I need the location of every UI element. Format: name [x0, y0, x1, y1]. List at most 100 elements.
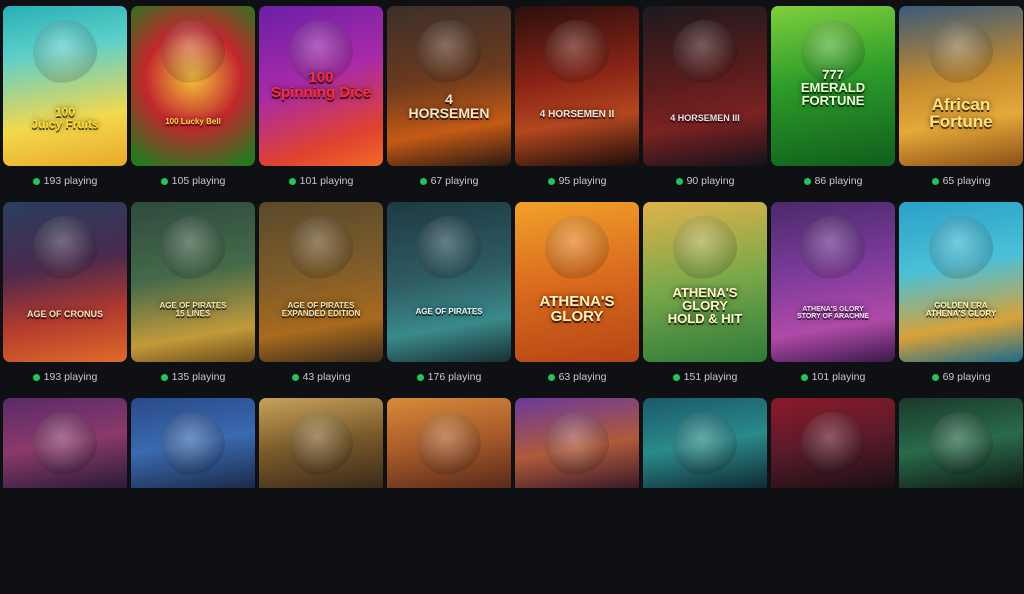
game-card: 100 Lucky Bell 105 playing — [131, 6, 255, 202]
game-tile[interactable]: African Fortune — [899, 6, 1023, 166]
game-tile[interactable]: ATHENA'S GLORY HOLD & HIT — [643, 202, 767, 362]
titan-icon — [161, 412, 225, 476]
players-label: 63 playing — [558, 371, 607, 383]
players-count: 193 playing — [3, 362, 127, 392]
players-label: 105 playing — [171, 175, 226, 187]
game-title: 100 Juicy Fruits — [31, 105, 99, 131]
game-tile[interactable] — [3, 398, 127, 488]
game-card: AGE OF CRONUS 193 playing — [3, 202, 127, 398]
online-status-icon — [160, 373, 168, 381]
players-label: 151 playing — [683, 371, 738, 383]
game-card: 4 HORSEMEN 67 playing — [387, 6, 511, 202]
players-label: 176 playing — [427, 371, 482, 383]
game-tile[interactable]: 777 EMERALD FORTUNE — [771, 6, 895, 166]
game-title: ATHENA'S GLORY HOLD & HIT — [667, 285, 743, 326]
fruit-icon — [33, 20, 97, 84]
game-tile[interactable] — [515, 398, 639, 488]
game-card — [259, 398, 383, 488]
game-card: ATHENA'S GLORY 63 playing — [515, 202, 639, 398]
game-tile[interactable] — [643, 398, 767, 488]
spider-icon — [801, 216, 865, 280]
pirate-icon — [417, 216, 481, 280]
game-tile[interactable]: AGE OF PIRATES EXPANDED EDITION — [259, 202, 383, 362]
players-count: 193 playing — [3, 166, 127, 196]
online-status-icon — [291, 373, 299, 381]
game-card — [3, 398, 127, 488]
helmet-icon — [929, 216, 993, 280]
game-card: GOLDEN ERA ATHENA'S GLORY 69 playing — [899, 202, 1023, 398]
game-tile[interactable] — [771, 398, 895, 488]
game-tile[interactable]: 100 Juicy Fruits — [3, 6, 127, 166]
bell-icon — [161, 20, 225, 84]
online-status-icon — [160, 177, 168, 185]
players-label: 67 playing — [430, 175, 479, 187]
players-count: 101 playing — [771, 362, 895, 392]
game-tile[interactable]: ATHENA'S GLORY STORY OF ARACHNE — [771, 202, 895, 362]
game-card: African Fortune 65 playing — [899, 6, 1023, 202]
online-status-icon — [288, 177, 296, 185]
game-tile[interactable] — [387, 398, 511, 488]
game-card: 4 HORSEMEN III 90 playing — [643, 6, 767, 202]
game-title: 100 Lucky Bell — [165, 117, 221, 126]
game-tile[interactable]: 100 Lucky Bell — [131, 6, 255, 166]
online-status-icon — [931, 177, 939, 185]
players-label: 69 playing — [942, 371, 991, 383]
players-label: 193 playing — [43, 175, 98, 187]
game-card: ATHENA'S GLORY STORY OF ARACHNE 101 playi… — [771, 202, 895, 398]
players-label: 101 playing — [299, 175, 354, 187]
game-tile[interactable]: AGE OF PIRATES 15 LINES — [131, 202, 255, 362]
online-status-icon — [32, 177, 40, 185]
online-status-icon — [416, 373, 424, 381]
game-tile[interactable]: AGE OF PIRATES — [387, 202, 511, 362]
players-count: 101 playing — [259, 166, 383, 196]
skull-icon — [673, 412, 737, 476]
helmet-icon — [673, 216, 737, 280]
players-count: 95 playing — [515, 166, 639, 196]
game-card — [131, 398, 255, 488]
game-tile[interactable] — [899, 398, 1023, 488]
medusa-icon — [33, 412, 97, 476]
game-card — [387, 398, 511, 488]
game-tile[interactable] — [131, 398, 255, 488]
game-title: ATHENA'S GLORY — [539, 293, 615, 325]
pirate-icon — [161, 216, 225, 280]
game-title: AGE OF PIRATES — [415, 307, 483, 316]
game-card — [899, 398, 1023, 488]
game-tile[interactable]: ATHENA'S GLORY — [515, 202, 639, 362]
game-title: GOLDEN ERA ATHENA'S GLORY — [925, 301, 997, 318]
game-tile[interactable]: 100 Spinning Dice — [259, 6, 383, 166]
game-card: 100 Juicy Fruits 193 playing — [3, 6, 127, 202]
online-status-icon — [547, 373, 555, 381]
players-label: 86 playing — [814, 175, 863, 187]
game-title: 4 HORSEMEN — [408, 91, 490, 121]
skull-icon — [929, 412, 993, 476]
game-title: African Fortune — [929, 95, 993, 131]
pirate-icon — [289, 216, 353, 280]
game-card: 777 EMERALD FORTUNE 86 playing — [771, 6, 895, 202]
players-label: 65 playing — [942, 175, 991, 187]
horse-icon — [545, 20, 609, 84]
game-tile[interactable]: 4 HORSEMEN III — [643, 6, 767, 166]
horse-icon — [673, 20, 737, 84]
aztec-icon — [289, 412, 353, 476]
helmet-icon — [545, 216, 609, 280]
game-tile[interactable]: 4 HORSEMEN — [387, 6, 511, 166]
skull-icon — [801, 412, 865, 476]
players-count: 151 playing — [643, 362, 767, 392]
game-card: ATHENA'S GLORY HOLD & HIT 151 playing — [643, 202, 767, 398]
players-label: 90 playing — [686, 175, 735, 187]
game-title: 777 EMERALD FORTUNE — [800, 67, 866, 108]
game-tile[interactable]: GOLDEN ERA ATHENA'S GLORY — [899, 202, 1023, 362]
game-tile[interactable]: 4 HORSEMEN II — [515, 6, 639, 166]
game-tile[interactable] — [259, 398, 383, 488]
game-title: 100 Spinning Dice — [270, 69, 371, 101]
online-status-icon — [675, 177, 683, 185]
players-label: 135 playing — [171, 371, 226, 383]
online-status-icon — [803, 177, 811, 185]
online-status-icon — [672, 373, 680, 381]
online-status-icon — [800, 373, 808, 381]
game-tile[interactable]: AGE OF CRONUS — [3, 202, 127, 362]
players-count: 67 playing — [387, 166, 511, 196]
players-count: 43 playing — [259, 362, 383, 392]
lion-icon — [929, 20, 993, 84]
